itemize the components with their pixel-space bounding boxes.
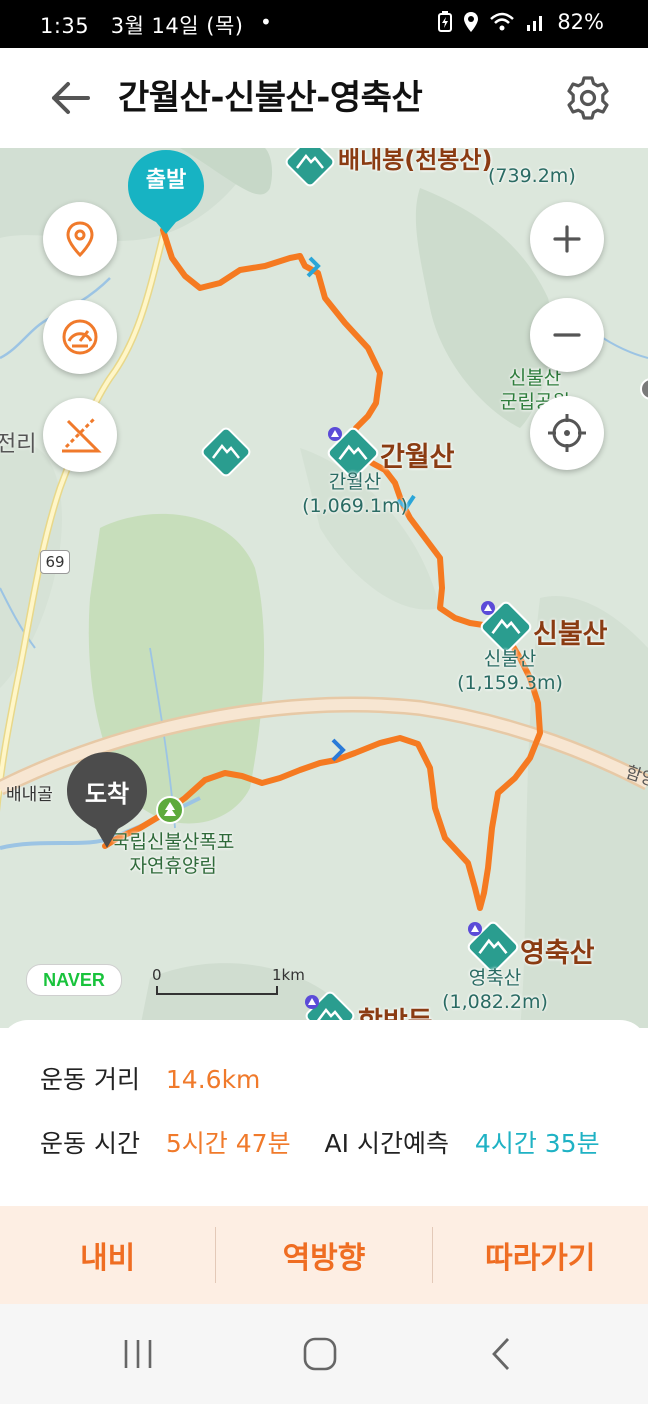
- navi-button[interactable]: 내비: [0, 1206, 215, 1304]
- scale-1km: 1km: [272, 966, 305, 984]
- recent-apps-icon[interactable]: [120, 1336, 156, 1372]
- peak-height: (1,159.3m): [457, 672, 563, 694]
- map-view[interactable]: 간월산 간월산 (1,069.1m) 신불산 신불산 (1,159.3m) 영축…: [0, 148, 648, 1028]
- current-location-button[interactable]: [530, 396, 604, 470]
- follow-button[interactable]: 따라가기: [433, 1206, 648, 1304]
- map-background: [0, 148, 648, 1028]
- system-nav-bar: [0, 1304, 648, 1404]
- scale-zero: 0: [152, 966, 162, 984]
- route-info-sheet: 운동 거리 14.6km 운동 시간 5시간 47분 AI 시간예측 4시간 3…: [0, 1020, 648, 1206]
- peak-sub-yeongchuksan: 영축산 (1,082.2m): [440, 966, 550, 1014]
- ai-time-label: AI 시간예측: [324, 1129, 449, 1158]
- village-left-label: 전리: [0, 432, 37, 457]
- back-nav-icon[interactable]: [486, 1336, 518, 1372]
- forest-poi-icon[interactable]: [156, 796, 184, 824]
- speedometer-button[interactable]: [43, 300, 117, 374]
- peak-subname: 간월산: [328, 471, 382, 493]
- peak-name-baenaebong: 배내봉(천봉산): [338, 148, 493, 174]
- plus-icon: [553, 225, 581, 253]
- time-value: 5시간 47분: [165, 1129, 291, 1158]
- ai-time-value: 4시간 35분: [474, 1129, 600, 1158]
- peak-name-yeongchuksan: 영축산: [520, 938, 595, 969]
- peak-marker-baenaebong-icon[interactable]: [284, 148, 336, 188]
- summit-badge-icon: [305, 995, 319, 1009]
- elevation-icon: [62, 417, 102, 453]
- peak-height-baenaebong: (739.2m): [488, 165, 576, 187]
- end-pin-label: 도착: [84, 780, 130, 808]
- battery-percent: 82%: [557, 10, 604, 34]
- zoom-out-button[interactable]: [530, 298, 604, 372]
- status-time: 1:35: [40, 14, 90, 38]
- time-row: 운동 시간 5시간 47분 AI 시간예측 4시간 35분: [40, 1124, 600, 1160]
- status-date: 3월 14일 (목): [110, 14, 244, 38]
- action-bar: 내비 역방향 따라가기: [0, 1206, 648, 1304]
- naver-logo: NAVER: [26, 964, 122, 996]
- distance-row: 운동 거리 14.6km: [40, 1060, 260, 1096]
- village-label: 배내골: [6, 785, 53, 805]
- wifi-icon: [490, 12, 515, 31]
- peak-sub-sinbulsan: 신불산 (1,159.3m): [455, 647, 565, 695]
- battery-saver-icon: [438, 11, 453, 32]
- distance-value: 14.6km: [165, 1065, 261, 1094]
- status-dot: •: [260, 10, 272, 34]
- summit-badge-icon: [328, 427, 342, 441]
- page-title: 간월산-신불산-영축산: [118, 78, 423, 118]
- location-pin-icon: [66, 221, 94, 257]
- speedometer-icon: [62, 319, 98, 355]
- start-pin-label: 출발: [145, 168, 187, 193]
- minus-icon: [553, 333, 581, 337]
- reverse-button[interactable]: 역방향: [216, 1206, 431, 1304]
- peak-name-sinbulsan: 신불산: [533, 619, 608, 650]
- peak-name-ganwolsan: 간월산: [380, 442, 455, 473]
- peak-subname: 영축산: [468, 967, 522, 989]
- distance-label: 운동 거리: [40, 1065, 140, 1094]
- crosshair-icon: [548, 414, 586, 452]
- location-pin-button[interactable]: [43, 202, 117, 276]
- summit-badge-icon: [481, 601, 495, 615]
- peak-sub-ganwolsan: 간월산 (1,069.1m): [300, 470, 410, 518]
- app-header: 간월산-신불산-영축산: [0, 48, 648, 148]
- peak-height: (1,082.2m): [442, 991, 548, 1013]
- peak-height: (1,069.1m): [302, 495, 408, 517]
- signal-icon: [527, 16, 543, 31]
- peak-subname: 신불산: [483, 648, 537, 670]
- elevation-profile-button[interactable]: [43, 398, 117, 472]
- settings-gear-icon[interactable]: [562, 72, 614, 124]
- location-icon: [464, 12, 479, 32]
- home-icon[interactable]: [302, 1336, 338, 1372]
- back-arrow-icon[interactable]: [40, 76, 96, 120]
- time-label: 운동 시간: [40, 1129, 140, 1158]
- summit-badge-icon: [468, 922, 482, 936]
- status-right: 82%: [437, 10, 604, 34]
- mountain-marker-icon[interactable]: [200, 426, 252, 478]
- road-number-badge: 69: [40, 550, 70, 574]
- zoom-in-button[interactable]: [530, 202, 604, 276]
- status-bar: 1:35 3월 14일 (목) • 82%: [0, 0, 648, 48]
- status-time-date: 1:35 3월 14일 (목): [40, 10, 243, 40]
